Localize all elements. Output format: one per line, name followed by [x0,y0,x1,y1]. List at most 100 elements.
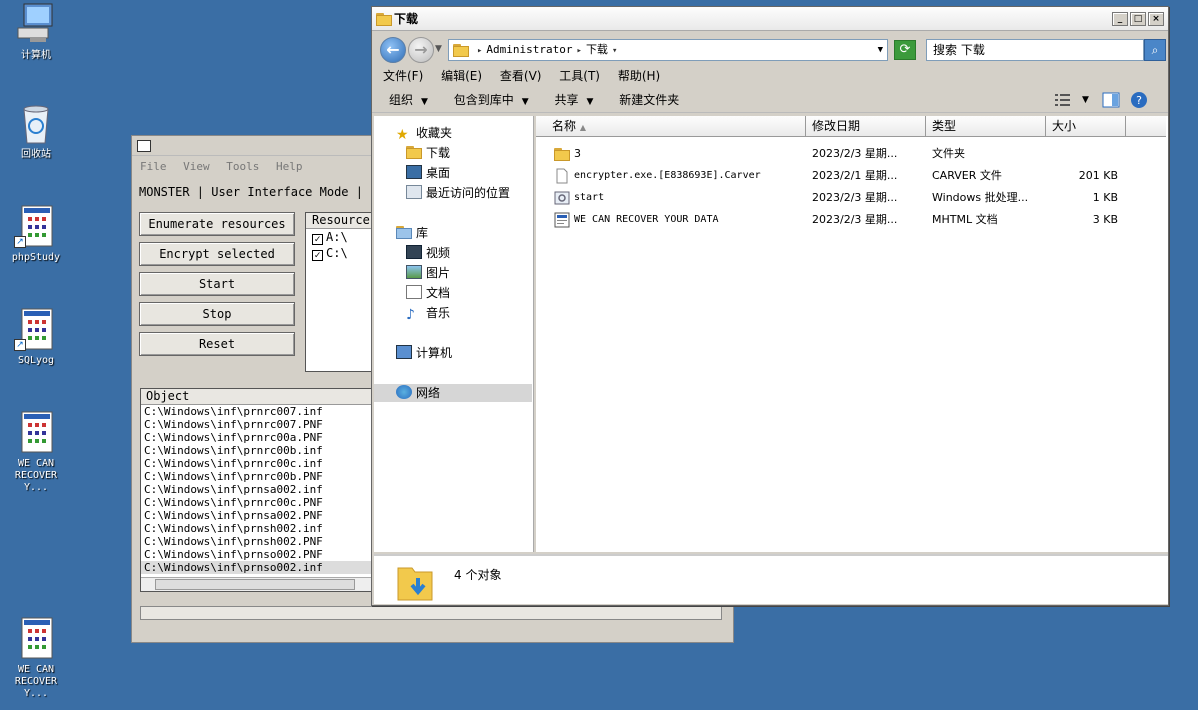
desktop-icon-label: 计算机 [21,50,51,61]
back-button[interactable]: ← [380,37,406,63]
object-list[interactable]: Object C:\Windows\inf\prnrc007.inf C:\Wi… [140,388,375,592]
menu-help[interactable]: Help [276,160,303,173]
nav-favorites[interactable]: ★ 收藏夹 [396,124,452,142]
breadcrumb-downloads[interactable]: 下载 [586,43,608,56]
file-date: 2023/2/3 星期... [812,191,898,204]
menu-help[interactable]: 帮助(H) [618,69,660,83]
preview-pane-icon[interactable] [1102,91,1120,109]
search-icon[interactable]: ⌕ [1144,39,1166,61]
enumerate-resources-button[interactable]: Enumerate resources [139,212,295,236]
file-list[interactable]: 名称 ▲ 修改日期 类型 大小 3 2023/2/3 星期... 文件夹 enc… [536,116,1168,552]
reset-button[interactable]: Reset [139,332,295,356]
maximize-button[interactable]: □ [1130,12,1146,26]
nav-label: 文档 [426,286,451,300]
nav-downloads[interactable]: 下载 [406,144,450,162]
nav-videos[interactable]: 视频 [406,244,450,262]
breadcrumb-arrow-icon[interactable]: ▾ [612,46,617,56]
new-folder-button[interactable]: 新建文件夹 [619,93,679,107]
object-row-selected[interactable]: C:\Windows\inf\prnso002.inf [141,561,374,574]
start-button[interactable]: Start [139,272,295,296]
resource-header[interactable]: Resource [306,213,374,229]
nav-computer[interactable]: 计算机 [396,344,452,362]
nav-documents[interactable]: 文档 [406,284,450,302]
menu-file[interactable]: File [140,160,167,173]
file-row[interactable]: WE CAN RECOVER YOUR DATA 2023/2/3 星期... … [536,209,1166,231]
menu-view[interactable]: View [183,160,210,173]
nav-desktop[interactable]: 桌面 [406,164,450,182]
share-button[interactable]: 共享 ▼ [555,93,594,107]
object-row[interactable]: C:\Windows\inf\prnrc00a.PNF [141,431,374,444]
nav-libraries[interactable]: 库 [396,224,428,242]
close-button[interactable]: × [1148,12,1164,26]
object-row[interactable]: C:\Windows\inf\prnsa002.inf [141,483,374,496]
desktop-icon-recover-note-1[interactable]: WE CAN RECOVER Y... [0,410,72,494]
nav-music[interactable]: ♪ 音乐 [406,304,450,322]
checkbox[interactable]: ✓ [312,250,323,261]
nav-recent[interactable]: 最近访问的位置 [406,184,510,202]
explorer-title-bar[interactable]: 下载 _ □ × [372,7,1168,31]
object-row[interactable]: C:\Windows\inf\prnrc00b.inf [141,444,374,457]
view-options-icon[interactable] [1054,91,1072,109]
object-row[interactable]: C:\Windows\inf\prnrc00c.PNF [141,496,374,509]
file-row[interactable]: encrypter.exe.[E838693E].Carver 2023/2/1… [536,165,1166,187]
history-dropdown-icon[interactable]: ▼ [435,44,442,54]
desktop-icon-computer[interactable]: 计算机 [0,2,72,62]
column-header-type[interactable]: 类型 [926,116,1046,137]
nav-network[interactable]: 网络 [374,384,532,402]
address-input[interactable]: ▸ Administrator ▸ 下载 ▾ ▼ [448,39,888,61]
column-header-size[interactable]: 大小 [1046,116,1126,137]
breadcrumb-arrow-icon[interactable]: ▸ [477,46,482,56]
horizontal-scrollbar[interactable] [141,577,374,591]
view-dropdown-icon[interactable]: ▼ [1082,91,1092,109]
stop-button[interactable]: Stop [139,302,295,326]
menu-edit[interactable]: 编辑(E) [441,69,482,83]
menu-tools[interactable]: 工具(T) [559,69,600,83]
nav-label: 视频 [426,246,451,260]
menu-view[interactable]: 查看(V) [500,69,542,83]
menu-file[interactable]: 文件(F) [383,69,423,83]
scrollbar-thumb[interactable] [155,579,355,590]
object-row[interactable]: C:\Windows\inf\prnrc00c.inf [141,457,374,470]
desktop-icon-recycle-bin[interactable]: 回收站 [0,101,72,161]
column-header-date[interactable]: 修改日期 [806,116,926,137]
object-header[interactable]: Object [141,389,374,405]
column-header-name[interactable]: 名称 ▲ [536,116,806,137]
resource-row[interactable]: ✓ A:\ [306,229,374,245]
system-menu-icon[interactable] [137,140,151,152]
object-row[interactable]: C:\Windows\inf\prnrc007.PNF [141,418,374,431]
file-size: 1 KB [1092,191,1118,204]
object-row[interactable]: C:\Windows\inf\prnrc00b.PNF [141,470,374,483]
nav-label: 图片 [426,266,451,280]
resource-row[interactable]: ✓ C:\ [306,245,374,261]
object-row[interactable]: C:\Windows\inf\prnsa002.PNF [141,509,374,522]
encrypt-selected-button[interactable]: Encrypt selected [139,242,295,266]
checkbox[interactable]: ✓ [312,234,323,245]
minimize-button[interactable]: _ [1112,12,1128,26]
menu-tools[interactable]: Tools [226,160,259,173]
object-row[interactable]: C:\Windows\inf\prnrc007.inf [141,405,374,418]
breadcrumb-arrow-icon[interactable]: ▸ [577,46,582,56]
nav-label: 收藏夹 [416,126,453,140]
nav-pictures[interactable]: 图片 [406,264,450,282]
file-row[interactable]: start 2023/2/3 星期... Windows 批处理... 1 KB [536,187,1166,209]
desktop-icon-phpstudy[interactable]: ↗ phpStudy [0,204,72,264]
forward-button[interactable]: → [408,37,434,63]
resource-list[interactable]: Resource ✓ A:\ ✓ C:\ [305,212,375,372]
help-icon[interactable]: ? [1130,91,1148,109]
mhtml-file-icon [554,212,570,228]
batch-file-icon [554,190,570,206]
object-row[interactable]: C:\Windows\inf\prnso002.PNF [141,548,374,561]
file-row[interactable]: 3 2023/2/3 星期... 文件夹 [536,143,1166,165]
address-dropdown-icon[interactable]: ▼ [878,40,883,60]
network-icon [396,385,412,399]
desktop-icon-recover-note-2[interactable]: WE CAN RECOVER Y... [0,616,72,700]
object-row[interactable]: C:\Windows\inf\prnsh002.inf [141,522,374,535]
refresh-button[interactable]: ⟳ [894,40,916,60]
include-in-library-button[interactable]: 包含到库中 ▼ [454,93,529,107]
search-input[interactable]: 搜索 下载 [926,39,1144,61]
resource-label: C:\ [326,246,348,260]
breadcrumb-administrator[interactable]: Administrator [486,43,572,56]
object-row[interactable]: C:\Windows\inf\prnsh002.PNF [141,535,374,548]
desktop-icon-sqlyog[interactable]: ↗ SQLyog [0,307,72,367]
organize-button[interactable]: 组织 ▼ [389,93,428,107]
